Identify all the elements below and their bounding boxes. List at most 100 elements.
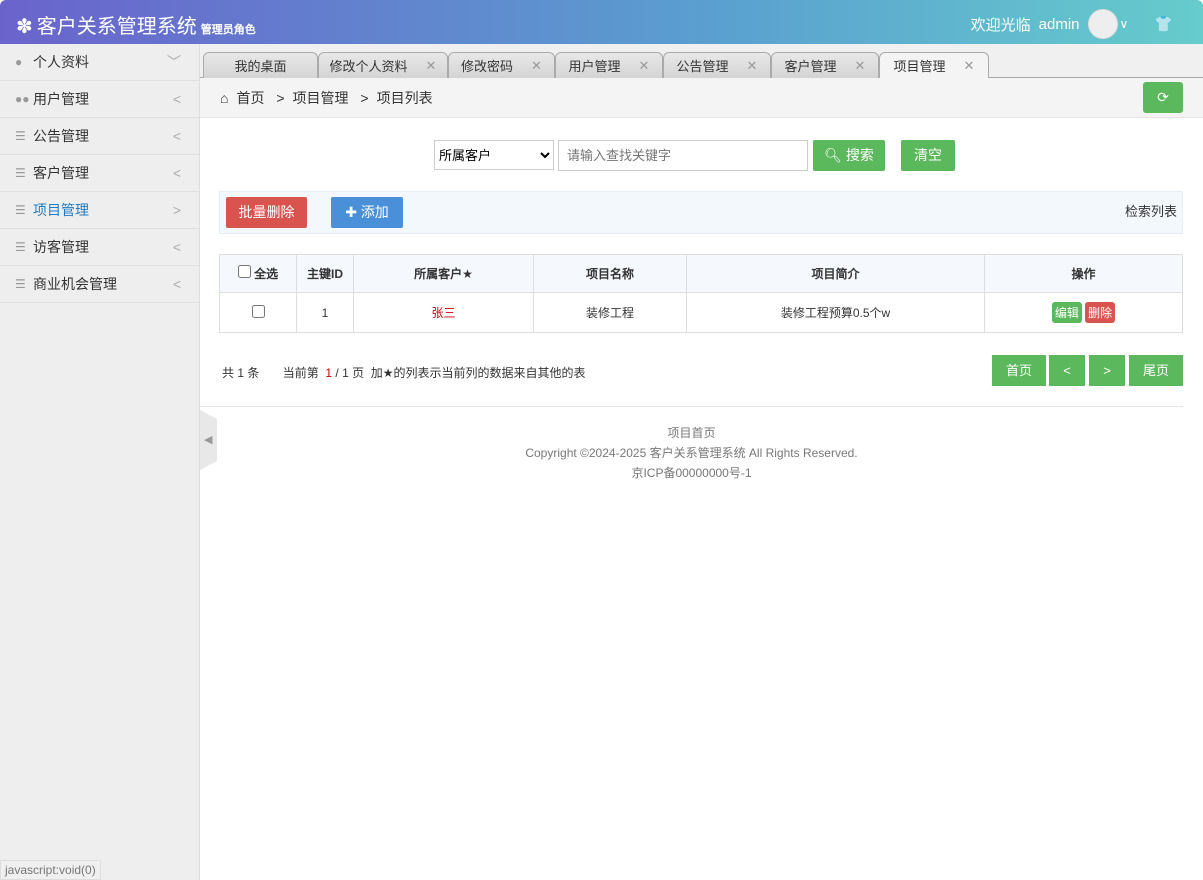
star-note: 加★的列表示当前列的数据来自其他的表 (370, 366, 586, 380)
search-field-select[interactable]: 所属客户 (434, 140, 554, 170)
current-page: 1 (325, 366, 333, 380)
close-icon[interactable]: ✕ (964, 58, 975, 74)
tab-label: 公告管理 (676, 59, 729, 74)
cell-id: 1 (296, 292, 354, 333)
add-label: 添加 (360, 204, 389, 220)
header-id[interactable]: 主键ID (296, 254, 354, 293)
chevron-icon: < (172, 128, 181, 144)
pagination-info: 共 1 条 当前第 1 / 1 页 加★的列表示当前列的数据来自其他的表 (222, 364, 586, 381)
edit-button[interactable]: 编辑 (1051, 302, 1082, 323)
top-header: ✽ 客户关系管理系统 管理员角色 欢迎光临 admin ∨ 👕 (0, 0, 1203, 44)
tab-projects[interactable]: 项目管理 ✕ (879, 52, 989, 78)
select-all-header[interactable]: 全选 (219, 254, 297, 293)
total-count: 共 1 条 (222, 366, 260, 380)
clear-button[interactable]: 清空 (901, 140, 955, 171)
footer-home-link[interactable]: 项目首页 (200, 423, 1183, 443)
toolbar: 批量删除 ✚ 添加 检索列表 (219, 191, 1183, 234)
sidebar-item-label: 公告管理 (33, 128, 89, 144)
breadcrumb: ⌂ 首页 > 项目管理 > 项目列表 ⟳ (200, 78, 1203, 118)
batch-delete-button[interactable]: 批量删除 (226, 197, 307, 228)
chevron-icon: < (172, 276, 181, 292)
tab-bar: 我的桌面 修改个人资料 ✕ 修改密码 ✕ 用户管理 ✕ 公告管理 ✕ 客户管理 ✕ 项目管… (200, 44, 1203, 78)
tab-label: 客户管理 (784, 59, 837, 74)
breadcrumb-current: 项目列表 (376, 89, 433, 106)
add-button[interactable]: ✚ 添加 (331, 197, 403, 228)
tab-label: 项目管理 (893, 59, 946, 74)
sidebar-item-label: 客户管理 (33, 165, 89, 181)
tab-customers[interactable]: 客户管理 ✕ (771, 52, 879, 78)
users-icon: ●● (15, 92, 30, 106)
breadcrumb-home[interactable]: 首页 (236, 88, 264, 108)
header-name[interactable]: 项目名称 (533, 254, 687, 293)
avatar[interactable] (1087, 9, 1118, 39)
user-icon: ● (15, 55, 23, 69)
search-button[interactable]: 🔍︎ 搜索 (813, 140, 885, 171)
chevron-icon: > (172, 202, 181, 218)
tab-label: 用户管理 (568, 59, 621, 74)
plus-icon: ✚ (345, 204, 357, 220)
sidebar-item-notices[interactable]: ☰ 公告管理 < (0, 118, 199, 155)
sidebar-item-label: 商业机会管理 (33, 276, 117, 292)
sidebar-item-opportunities[interactable]: ☰ 商业机会管理 < (0, 266, 199, 303)
chevron-icon: < (172, 239, 181, 255)
icp-number[interactable]: 京ICP备00000000号-1 (200, 463, 1183, 483)
breadcrumb-projects[interactable]: 项目管理 (293, 88, 349, 108)
close-icon[interactable]: ✕ (855, 58, 866, 74)
list-icon: ☰ (15, 129, 26, 143)
tab-desktop[interactable]: 我的桌面 (203, 52, 318, 78)
header-desc[interactable]: 项目简介 (686, 254, 985, 293)
tab-password[interactable]: 修改密码 ✕ (448, 52, 555, 78)
cell-customer[interactable]: 张三 (353, 292, 534, 333)
tab-label: 我的桌面 (234, 59, 287, 74)
app-title: 客户关系管理系统 (36, 16, 197, 38)
gear-icon: ✽ (16, 16, 33, 38)
header-customer[interactable]: 所属客户★ (353, 254, 534, 293)
sidebar-item-label: 个人资料 (33, 54, 89, 70)
refresh-button[interactable]: ⟳ (1143, 82, 1183, 113)
cell-desc: 装修工程预算0.5个w (686, 292, 985, 333)
chevron-down-icon[interactable]: ∨ (1120, 17, 1129, 31)
close-icon[interactable]: ✕ (747, 58, 758, 74)
sidebar-item-visitors[interactable]: ☰ 访客管理 < (0, 229, 199, 266)
list-title: 检索列表 (1124, 204, 1177, 219)
sidebar-item-profile[interactable]: ● 个人资料 ﹀ (0, 44, 199, 81)
separator: > (356, 89, 369, 106)
home-icon: ⌂ (220, 89, 229, 106)
chevron-icon: ﹀ (167, 54, 181, 70)
prev-page-button[interactable]: < (1049, 355, 1085, 386)
tab-label: 修改密码 (461, 59, 514, 74)
list-icon: ☰ (15, 203, 26, 217)
sidebar-item-projects[interactable]: ☰ 项目管理 > (0, 192, 199, 229)
status-bar: javascript:void(0) (0, 860, 101, 880)
search-input[interactable] (558, 140, 808, 171)
sidebar-item-users[interactable]: ●● 用户管理 < (0, 81, 199, 118)
search-label: 搜索 (845, 147, 874, 163)
sidebar-item-customers[interactable]: ☰ 客户管理 < (0, 155, 199, 192)
select-all-checkbox[interactable] (237, 265, 251, 278)
list-icon: ☰ (15, 240, 26, 254)
app-logo: ✽ 客户关系管理系统 管理员角色 (16, 10, 256, 39)
last-page-button[interactable]: 尾页 (1129, 355, 1183, 386)
separator: > (272, 89, 285, 106)
delete-button[interactable]: 删除 (1085, 302, 1116, 323)
copyright: Copyright ©2024-2025 客户关系管理系统 All Rights… (525, 446, 858, 460)
sidebar: ● 个人资料 ﹀ ●● 用户管理 < ☰ 公告管理 < ☰ 客户管理 < ☰ 项目管理 > ☰ 访客管… (0, 44, 200, 880)
close-icon[interactable]: ✕ (426, 58, 437, 74)
tab-profile[interactable]: 修改个人资料 ✕ (318, 52, 448, 78)
next-page-button[interactable]: > (1089, 355, 1125, 386)
first-page-button[interactable]: 首页 (992, 355, 1046, 386)
user-name[interactable]: admin (1039, 16, 1080, 33)
close-icon[interactable]: ✕ (639, 58, 650, 74)
tab-notices[interactable]: 公告管理 ✕ (663, 52, 771, 78)
table-header: 全选 主键ID 所属客户★ 项目名称 项目简介 操作 (219, 254, 1183, 293)
current-prefix: 当前第 (282, 366, 319, 380)
project-table: 全选 主键ID 所属客户★ 项目名称 项目简介 操作 1 张三 装修工程 装修工… (219, 254, 1183, 333)
sidebar-item-label: 项目管理 (33, 202, 89, 218)
tab-users[interactable]: 用户管理 ✕ (555, 52, 663, 78)
theme-shirt-icon[interactable]: 👕 (1154, 15, 1173, 33)
sidebar-item-label: 访客管理 (33, 239, 89, 255)
close-icon[interactable]: ✕ (531, 58, 542, 74)
welcome-text: 欢迎光临 (970, 16, 1031, 34)
row-checkbox[interactable] (251, 304, 265, 318)
tab-label: 修改个人资料 (329, 59, 408, 74)
